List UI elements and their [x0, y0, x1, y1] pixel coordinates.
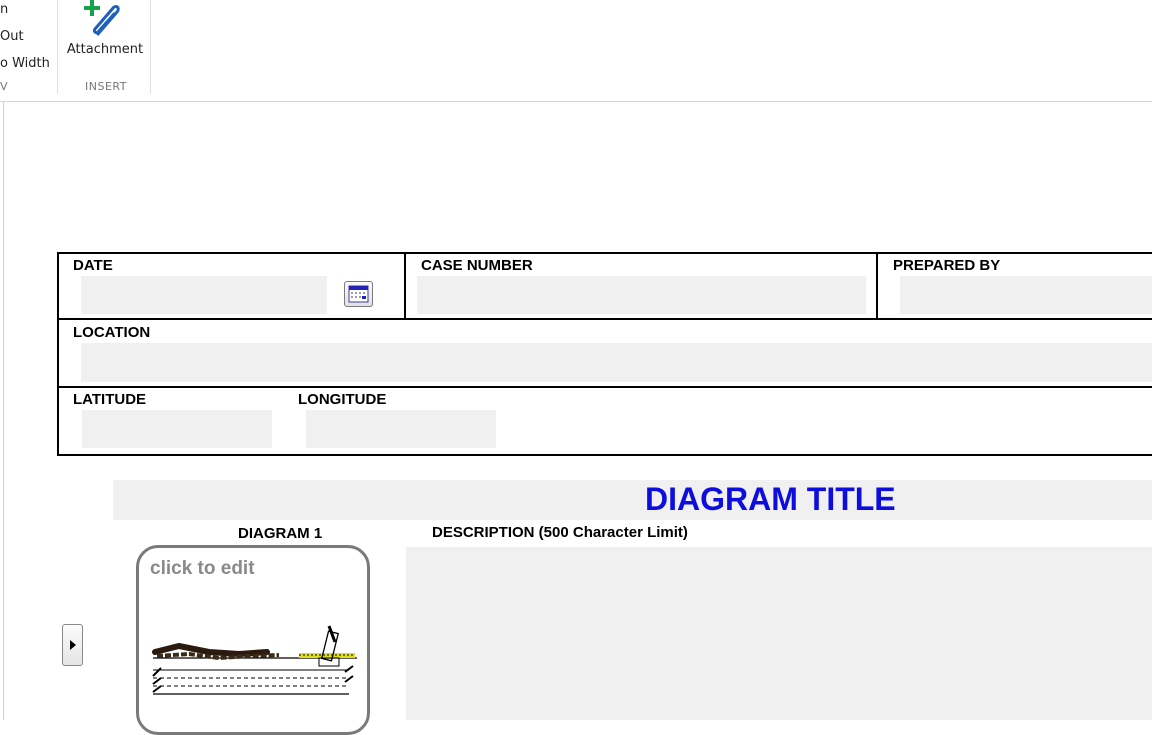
calendar-button[interactable] — [344, 281, 373, 307]
expand-panel-button[interactable] — [62, 624, 83, 666]
attachment-button[interactable]: Attachment — [62, 0, 148, 66]
longitude-label: LONGITUDE — [298, 391, 387, 408]
longitude-field[interactable] — [306, 410, 496, 448]
chevron-right-icon — [70, 640, 76, 650]
diagram-title-field[interactable] — [113, 480, 1152, 520]
click-to-edit-hint: click to edit — [150, 558, 255, 579]
document-left-border — [3, 102, 4, 720]
date-label: DATE — [73, 257, 113, 274]
paperclip-plus-icon — [84, 0, 120, 36]
form-divider — [57, 318, 1152, 320]
diagram-1-editor[interactable]: click to edit — [136, 545, 370, 735]
ribbon: n Out o Width V Attachment INSERT — [0, 0, 1152, 102]
prepared-by-label: PREPARED BY — [893, 257, 1001, 274]
description-field[interactable] — [406, 547, 1152, 720]
location-label: LOCATION — [73, 324, 151, 341]
group-separator — [57, 0, 58, 94]
view-group-label: V — [0, 80, 9, 93]
view-item-zoom-in[interactable]: n — [0, 2, 8, 17]
description-label: DESCRIPTION (500 Character Limit) — [432, 524, 688, 541]
calendar-icon — [348, 285, 369, 303]
form-divider — [876, 252, 878, 320]
view-item-fit-to-width[interactable]: o Width — [0, 56, 50, 71]
case-number-label: CASE NUMBER — [421, 257, 533, 274]
latitude-label: LATITUDE — [73, 391, 147, 408]
view-item-zoom-out[interactable]: Out — [0, 29, 24, 44]
form-divider — [57, 386, 1152, 388]
insert-group-label: INSERT — [85, 80, 127, 93]
form-divider — [404, 252, 406, 320]
case-number-field[interactable] — [417, 276, 866, 314]
diagram-1-label: DIAGRAM 1 — [238, 525, 323, 542]
location-field[interactable] — [81, 343, 1152, 382]
latitude-field[interactable] — [82, 410, 272, 448]
diagram-title: DIAGRAM TITLE — [645, 481, 896, 517]
diagram-thumbnail — [152, 625, 357, 695]
group-separator — [150, 0, 151, 94]
prepared-by-field[interactable] — [900, 276, 1152, 314]
date-field[interactable] — [81, 276, 327, 314]
attachment-label: Attachment — [66, 42, 144, 57]
